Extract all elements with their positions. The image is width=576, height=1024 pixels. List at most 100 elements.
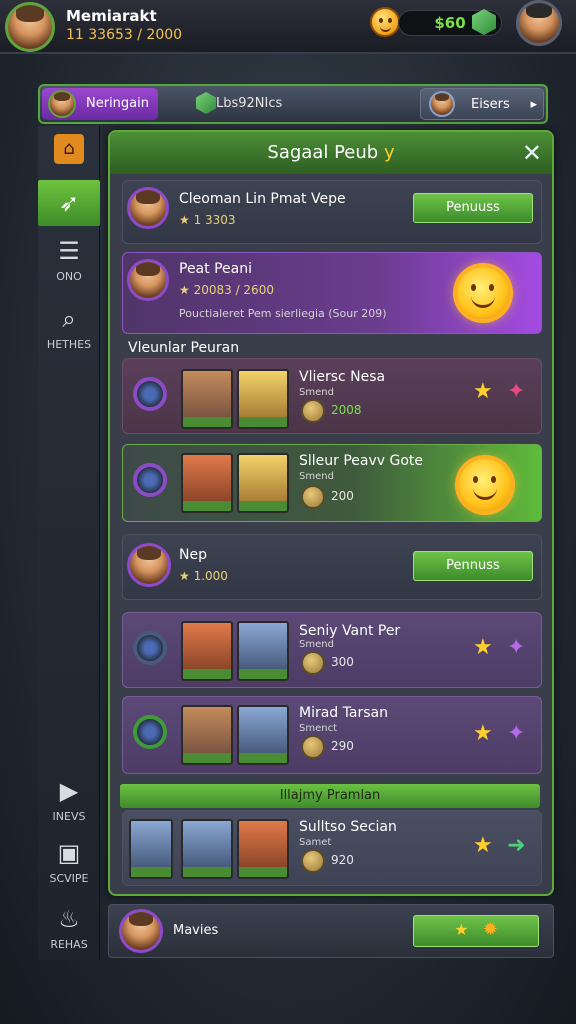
sidebar-home[interactable]: ⌂	[38, 134, 100, 168]
coin-icon	[301, 399, 325, 423]
pennuss-button[interactable]: Pennuss	[413, 551, 533, 581]
list-item[interactable]: Nep ★ 1.000 Pennuss	[122, 534, 542, 600]
tab-label: Eisers	[471, 97, 510, 112]
hero-card	[129, 819, 173, 879]
sidebar-label: INEVS	[52, 810, 86, 823]
flame-icon: ♨	[58, 905, 80, 933]
coin-icon	[301, 849, 325, 873]
entry-name: Peat Peani	[179, 261, 252, 277]
bottom-name: Mavies	[173, 923, 219, 938]
entry-value: 200	[331, 489, 354, 503]
player-avatar	[127, 187, 169, 229]
star-icon: ★	[454, 920, 469, 939]
home-icon: ⌂	[54, 134, 84, 164]
friend-avatar[interactable]	[516, 0, 562, 46]
top-bar: Memiarakt 11 33653 / 2000 $60	[0, 0, 576, 54]
section-label: Vleunlar Peuran	[128, 340, 240, 356]
sidebar-label: REHAS	[50, 938, 88, 951]
panel-title: Sagaal Peub	[267, 142, 379, 163]
list-item-highlight[interactable]: Peat Peani ★ 20083 / 2600 Pouctialeret P…	[122, 252, 542, 334]
sun-small-icon: ✹	[482, 919, 498, 940]
entry-value: 300	[331, 655, 354, 669]
sidebar-rehas[interactable]: ♨ REHAS	[38, 904, 100, 951]
entry-value: ★ 1 3303	[179, 213, 236, 227]
arrow-right-icon[interactable]: ✦	[507, 721, 525, 746]
play-icon: ▶	[59, 777, 79, 805]
medal-icon	[133, 377, 167, 411]
search-icon: ⌕	[62, 305, 76, 333]
entry-sub: Smend	[299, 471, 334, 482]
sidebar-scvipe[interactable]: ▣ SCVIPE	[38, 838, 100, 885]
player-name: Memiarakt	[66, 7, 157, 25]
player-avatar[interactable]	[5, 2, 55, 52]
match-row[interactable]: Vliersc Nesa Smend 2008 ★ ✦	[122, 358, 542, 434]
sidebar-hethes[interactable]: ⌕ HETHES	[38, 304, 100, 351]
list-icon: ☰	[58, 237, 80, 265]
sun-icon	[459, 459, 511, 511]
match-row[interactable]: Slleur Peavv Gote Smend 200	[122, 444, 542, 522]
medal-icon	[133, 715, 167, 749]
hero-card	[181, 621, 233, 681]
tab-neringain[interactable]: Neringain	[42, 88, 158, 120]
entry-sub: Smend	[299, 639, 334, 650]
sidebar-label: ONO	[56, 270, 82, 283]
shield-icon	[196, 92, 216, 114]
hero-card	[181, 819, 233, 879]
bottom-bar: Mavies ★ ✹	[108, 904, 554, 958]
close-icon[interactable]: ✕	[522, 132, 542, 174]
list-item[interactable]: Cleoman Lin Pmat Vepe ★ 1 3303 Penuuss	[122, 180, 542, 244]
tab-label: Lbs92NIcs	[216, 96, 283, 111]
entry-sub: Smenct	[299, 723, 337, 734]
sidebar-inevs[interactable]: ▶ INEVS	[38, 776, 100, 823]
id-icon: ▣	[57, 839, 81, 867]
tab-lbs92nics[interactable]: Lbs92NIcs	[160, 88, 300, 120]
arrow-right-icon[interactable]: ✦	[507, 379, 525, 404]
penuuss-button[interactable]: Penuuss	[413, 193, 533, 223]
tab-eisers[interactable]: Eisers ▸	[420, 88, 544, 120]
tab-bar: Neringain Lbs92NIcs Eisers ▸	[38, 84, 548, 124]
entry-value: 290	[331, 739, 354, 753]
tab-avatar-icon	[429, 91, 455, 117]
entry-value: 920	[331, 853, 354, 867]
entry-description: Pouctialeret Pem sierliegia (Sour 209)	[179, 307, 387, 320]
entry-sub: Samet	[299, 837, 332, 848]
arrow-right-icon[interactable]: ✦	[507, 635, 525, 660]
entry-name: Nep	[179, 547, 207, 563]
arrow-right-icon[interactable]: ➜	[507, 833, 525, 858]
entry-value: ★ 20083 / 2600	[179, 283, 274, 297]
match-row[interactable]: Sulltso Secian Samet 920 ★ ➜	[122, 810, 542, 886]
hero-card	[181, 453, 233, 513]
tab-avatar-icon	[48, 90, 76, 118]
coin-icon	[301, 651, 325, 675]
hero-card	[181, 369, 233, 429]
chevron-right-icon: ▸	[530, 97, 537, 112]
entry-name: Sulltso Secian	[299, 819, 397, 835]
hero-card	[181, 705, 233, 765]
player-avatar	[127, 259, 169, 301]
coin-face-icon	[370, 7, 400, 37]
arrow-icon: ➶	[58, 189, 80, 217]
star-icon: ★	[473, 379, 493, 404]
sidebar-label: SCVIPE	[49, 872, 89, 885]
reward-button[interactable]: ★ ✹	[413, 915, 539, 947]
match-row[interactable]: Mirad Tarsan Smenct 290 ★ ✦	[122, 696, 542, 774]
player-avatar[interactable]	[119, 909, 163, 953]
sidebar-ono[interactable]: ☰ ONO	[38, 236, 100, 283]
section-bar: Illajmy Pramlan	[120, 784, 540, 808]
player-avatar	[127, 543, 171, 587]
sidebar: ⌂ ➶ ☰ ONO ⌕ HETHES ▶ INEVS ▣ SCVIPE ♨ RE…	[38, 126, 100, 960]
hero-card	[237, 705, 289, 765]
match-row[interactable]: Seniy Vant Per Smend 300 ★ ✦	[122, 612, 542, 688]
entry-name: Mirad Tarsan	[299, 705, 388, 721]
entry-name: Slleur Peavv Gote	[299, 453, 424, 469]
coin-icon	[301, 485, 325, 509]
entry-sub: Smend	[299, 387, 334, 398]
panel-header: Sagaal Peub y ✕	[110, 132, 552, 174]
entry-name: Vliersc Nesa	[299, 369, 386, 385]
entry-name: Seniy Vant Per	[299, 623, 401, 639]
medal-icon	[133, 463, 167, 497]
tab-label: Neringain	[86, 96, 149, 111]
sidebar-arrow[interactable]: ➶	[38, 180, 100, 226]
hero-card	[237, 453, 289, 513]
medal-icon	[133, 631, 167, 665]
